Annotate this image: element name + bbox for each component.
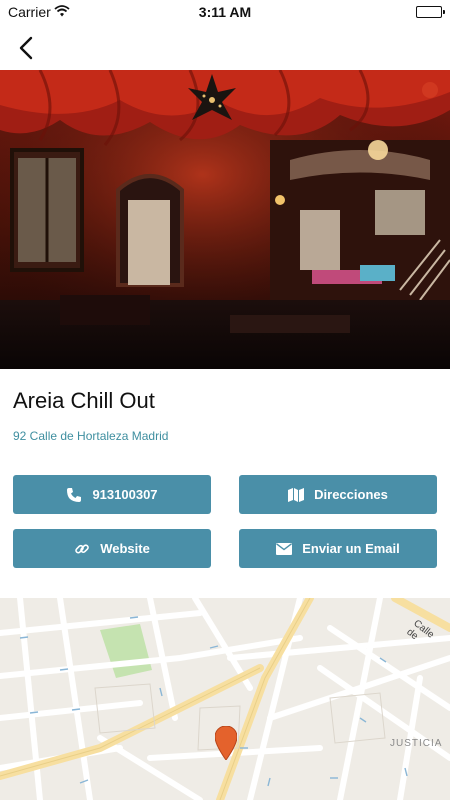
call-button[interactable]: 913100307	[13, 475, 211, 514]
directions-button[interactable]: Direcciones	[239, 475, 437, 514]
directions-button-label: Direcciones	[314, 487, 388, 502]
link-icon	[74, 541, 90, 557]
website-button[interactable]: Website	[13, 529, 211, 568]
email-button-label: Enviar un Email	[302, 541, 400, 556]
location-map[interactable]: Calle de JUSTICIA	[0, 598, 450, 800]
chevron-left-icon	[19, 36, 33, 60]
venue-photo	[0, 70, 450, 369]
email-button[interactable]: Enviar un Email	[239, 529, 437, 568]
status-time: 3:11 AM	[198, 4, 252, 20]
map-icon	[288, 487, 305, 502]
battery-icon	[416, 6, 445, 18]
map-pin-icon[interactable]	[214, 725, 238, 761]
envelope-icon	[276, 542, 293, 555]
venue-name: Areia Chill Out	[13, 388, 155, 413]
status-bar: Carrier 3:11 AM	[0, 0, 450, 24]
map-streets	[0, 598, 450, 800]
venue-address-link[interactable]: 92 Calle de Hortaleza Madrid	[13, 429, 168, 443]
back-button[interactable]	[10, 30, 44, 64]
nav-bar	[0, 24, 450, 70]
phone-icon	[66, 487, 82, 503]
map-district-label: JUSTICIA	[390, 738, 443, 749]
call-button-label: 913100307	[92, 487, 158, 502]
website-button-label: Website	[100, 541, 150, 556]
